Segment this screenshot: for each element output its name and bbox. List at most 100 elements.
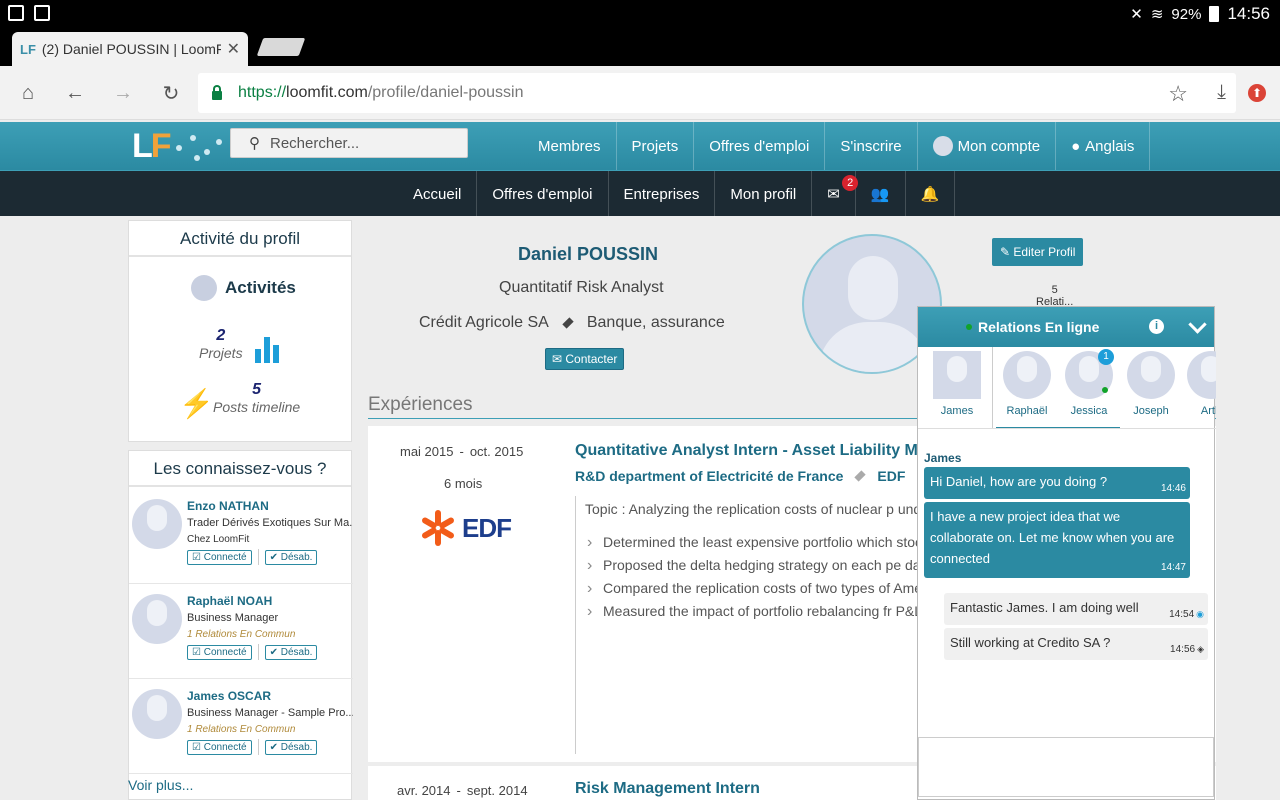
- sub-navigation: Accueil Offres d'emploi Entreprises Mon …: [0, 170, 1280, 217]
- profile-name: Daniel POUSSIN: [518, 244, 659, 264]
- new-tab-button[interactable]: [256, 38, 306, 56]
- menu-projets[interactable]: Projets: [617, 122, 695, 170]
- unsubscribe-label: Désab.: [280, 551, 313, 563]
- chat-contact[interactable]: Joseph: [1120, 351, 1182, 425]
- relations-count[interactable]: 5 Relati...: [1036, 284, 1073, 308]
- connect-label: Connecté: [203, 646, 247, 658]
- contact-button[interactable]: ✉ Contacter: [545, 348, 625, 370]
- edit-profile-button[interactable]: ✎ Editer Profil: [992, 238, 1084, 266]
- posts-stat[interactable]: 5 Posts timeline: [213, 381, 300, 415]
- bookmark-star-icon[interactable]: ☆: [1168, 81, 1188, 107]
- activity-panel: Activité du profil Activités 2 Projets ⚡…: [128, 220, 352, 442]
- person-name[interactable]: James OSCAR: [187, 689, 271, 703]
- see-more-link[interactable]: Voir plus...: [128, 777, 193, 793]
- contact-name: Raphaël: [1006, 405, 1048, 417]
- unsubscribe-button[interactable]: ✔ Désab.: [264, 549, 318, 565]
- messages-button[interactable]: ✉ 2: [812, 171, 859, 217]
- url-scheme: https://: [238, 84, 287, 101]
- globe-icon: ●: [1071, 137, 1081, 155]
- connect-label: Connecté: [203, 551, 247, 563]
- menu-langue[interactable]: ● Anglais: [1056, 122, 1151, 170]
- mute-icon: ✕: [1130, 6, 1143, 23]
- experience-title[interactable]: Risk Management Intern: [575, 780, 760, 798]
- bell-icon: 🔔: [920, 186, 940, 203]
- user-icon: [191, 275, 217, 301]
- relations-button[interactable]: 👥: [856, 171, 906, 217]
- home-icon[interactable]: ⌂: [15, 80, 41, 106]
- person-name[interactable]: Raphaël NOAH: [187, 594, 272, 608]
- projets-count: 2: [216, 327, 226, 344]
- person-name[interactable]: Enzo NATHAN: [187, 499, 269, 513]
- experience-title[interactable]: Quantitative Analyst Intern - Asset Liab…: [575, 442, 927, 460]
- avatar[interactable]: [132, 689, 182, 739]
- nav-accueil[interactable]: Accueil: [398, 171, 478, 217]
- projets-label: Projets: [199, 345, 243, 361]
- unread-badge: 1: [1098, 349, 1114, 365]
- projets-stat[interactable]: 2 Projets: [199, 327, 243, 361]
- screenshot-icon: [34, 5, 50, 21]
- chevron-down-icon[interactable]: [1188, 317, 1206, 335]
- nav-mon-profil[interactable]: Mon profil: [715, 171, 813, 217]
- connect-label: Connecté: [203, 741, 247, 753]
- chat-contact[interactable]: Raphaël: [996, 351, 1058, 428]
- menu-offres[interactable]: Offres d'emploi: [694, 122, 826, 170]
- unsubscribe-button[interactable]: ✔ Désab.: [264, 739, 318, 755]
- edit-profile-label: Editer Profil: [1013, 245, 1076, 259]
- posts-count: 5: [252, 381, 262, 398]
- person-role: Trader Dérivés Exotiques Sur Ma...: [187, 517, 353, 529]
- nav-entreprises[interactable]: Entreprises: [609, 171, 716, 217]
- profile-company: Crédit Agricole SA: [419, 314, 549, 331]
- chat-contact[interactable]: James: [926, 351, 988, 425]
- message-time: 14:46: [1160, 483, 1186, 494]
- message-time: 14:54: [1169, 609, 1195, 620]
- avatar[interactable]: [132, 499, 182, 549]
- chat-contact[interactable]: 1 Jessica: [1058, 349, 1120, 428]
- seen-eye-icon: ◉: [1196, 609, 1204, 619]
- message-time: 14:56: [1170, 644, 1196, 655]
- experience-company[interactable]: EDF: [877, 468, 905, 484]
- chat-header[interactable]: Relations En ligne i: [918, 307, 1214, 347]
- extension-icon[interactable]: ⬆: [1248, 84, 1266, 102]
- forward-icon[interactable]: →: [110, 80, 136, 106]
- company-logo: EDF: [418, 508, 512, 548]
- chat-contacts: James Raphaël 1 Jessica Joseph Arth: [918, 347, 1216, 429]
- message-time-wrap: 14:54 ◉: [1169, 604, 1204, 625]
- address-bar[interactable]: https://loomfit.com/profile/daniel-pouss…: [198, 73, 1236, 113]
- back-icon[interactable]: ←: [62, 80, 88, 106]
- chat-contact[interactable]: Arth: [1180, 351, 1216, 425]
- reload-icon[interactable]: ↻: [158, 80, 184, 106]
- chat-message-input[interactable]: [918, 737, 1214, 797]
- notifications-button[interactable]: 🔔: [906, 171, 956, 217]
- connect-button[interactable]: ☑ Connecté: [187, 549, 252, 565]
- date-end: sept. 2014: [466, 783, 528, 798]
- avatar: [1127, 351, 1175, 399]
- outgoing-message: Fantastic James. I am doing well 14:54 ◉: [944, 593, 1208, 625]
- menu-mon-compte[interactable]: Mon compte: [918, 122, 1057, 170]
- contact-name: James: [940, 405, 974, 417]
- incoming-message: I have a new project idea that we collab…: [924, 502, 1190, 578]
- site-search-input[interactable]: ⚲ Rechercher...: [230, 128, 468, 158]
- users-icon: 👥: [870, 186, 890, 203]
- message-time-wrap: 14:56 ◈: [1170, 639, 1204, 660]
- separator-icon: [562, 317, 574, 329]
- url-path: /profile/daniel-poussin: [367, 84, 524, 101]
- download-icon[interactable]: ⤓: [1217, 81, 1226, 104]
- connect-button[interactable]: ☑ Connecté: [187, 644, 252, 660]
- unsubscribe-label: Désab.: [280, 741, 313, 753]
- menu-inscrire[interactable]: S'inscrire: [825, 122, 918, 170]
- unsubscribe-button[interactable]: ✔ Désab.: [264, 644, 318, 660]
- site-logo[interactable]: LF: [132, 122, 224, 170]
- suggestion-item: James OSCAR Business Manager - Sample Pr…: [129, 679, 353, 774]
- menu-membres[interactable]: Membres: [523, 122, 617, 170]
- close-icon[interactable]: ✕: [227, 39, 240, 59]
- chat-widget: Relations En ligne i James Raphaël 1 Jes…: [917, 306, 1216, 800]
- nav-offres[interactable]: Offres d'emploi: [477, 171, 609, 217]
- connect-button[interactable]: ☑ Connecté: [187, 739, 252, 755]
- avatar[interactable]: [132, 594, 182, 644]
- browser-tab[interactable]: LF (2) Daniel POUSSIN | LoomFit ✕: [12, 32, 248, 66]
- logo-text: EDF: [462, 512, 512, 543]
- unseen-eye-icon: ◈: [1197, 644, 1204, 654]
- edf-burst-icon: [418, 508, 458, 548]
- experience-department-line: R&D department of Electricité de France …: [575, 468, 905, 484]
- info-icon[interactable]: i: [1149, 319, 1164, 334]
